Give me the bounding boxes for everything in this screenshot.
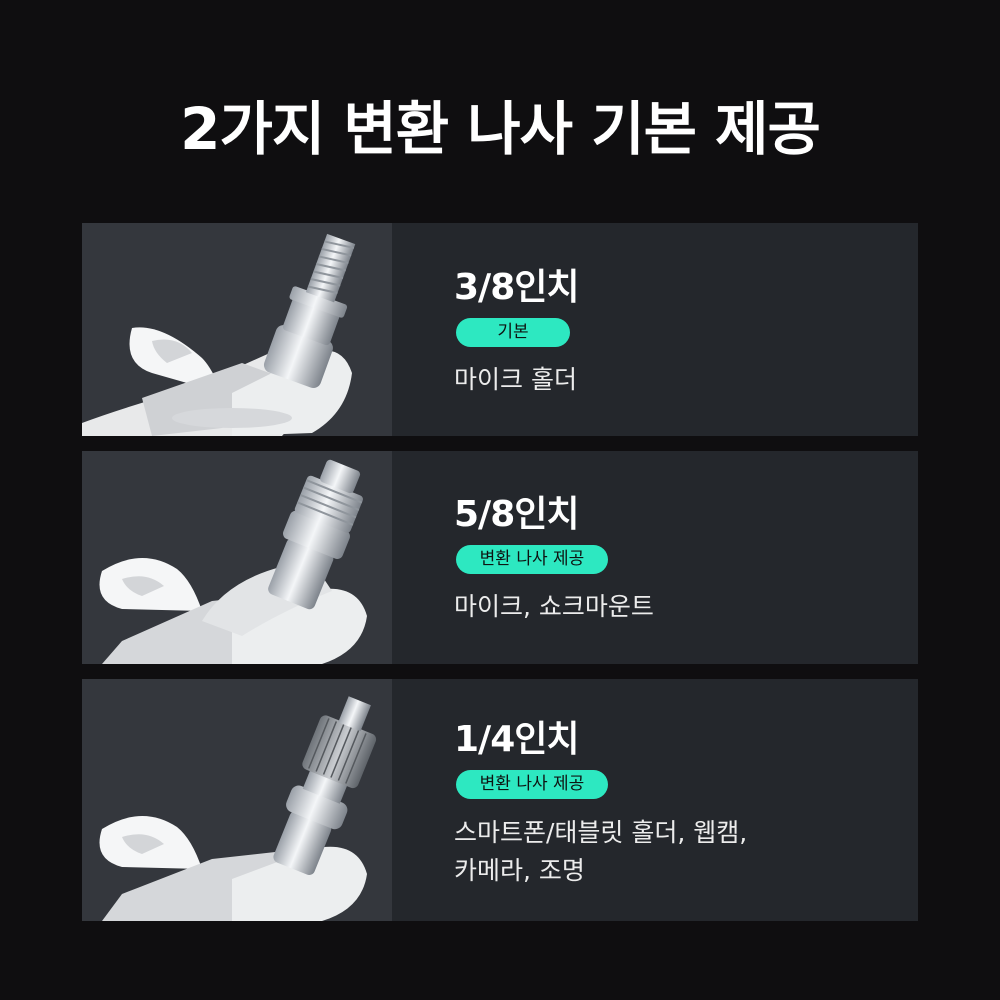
usage-text-line-2: 카메라, 조명 — [454, 856, 585, 885]
usage-text: 마이크 홀더 — [454, 365, 577, 394]
screw-1-4-photo — [82, 679, 392, 921]
usage-text-line-1: 스마트폰/태블릿 홀더, 웹캠, — [454, 818, 748, 847]
screw-3-8-info: 3/8인치 기본 마이크 홀더 — [454, 223, 918, 436]
size-title: 3/8인치 — [454, 267, 579, 308]
badge-adapter: 변환 나사 제공 — [456, 770, 608, 799]
badge-adapter: 변환 나사 제공 — [456, 545, 608, 574]
size-title: 5/8인치 — [454, 494, 579, 535]
screw-card-3-8: 3/8인치 기본 마이크 홀더 — [82, 223, 918, 436]
page-title: 2가지 변환 나사 기본 제공 — [180, 95, 821, 163]
screw-5-8-photo — [82, 451, 392, 664]
screw-card-5-8: 5/8인치 변환 나사 제공 마이크, 쇼크마운트 — [82, 451, 918, 664]
screw-card-1-4: 1/4인치 변환 나사 제공 스마트폰/태블릿 홀더, 웹캠, 카메라, 조명 — [82, 679, 918, 921]
size-title: 1/4인치 — [454, 719, 579, 760]
screw-3-8-photo — [82, 223, 392, 436]
badge-default: 기본 — [456, 318, 570, 347]
screw-1-4-info: 1/4인치 변환 나사 제공 스마트폰/태블릿 홀더, 웹캠, 카메라, 조명 — [454, 679, 918, 921]
usage-text: 마이크, 쇼크마운트 — [454, 592, 654, 621]
screw-5-8-info: 5/8인치 변환 나사 제공 마이크, 쇼크마운트 — [454, 451, 918, 664]
